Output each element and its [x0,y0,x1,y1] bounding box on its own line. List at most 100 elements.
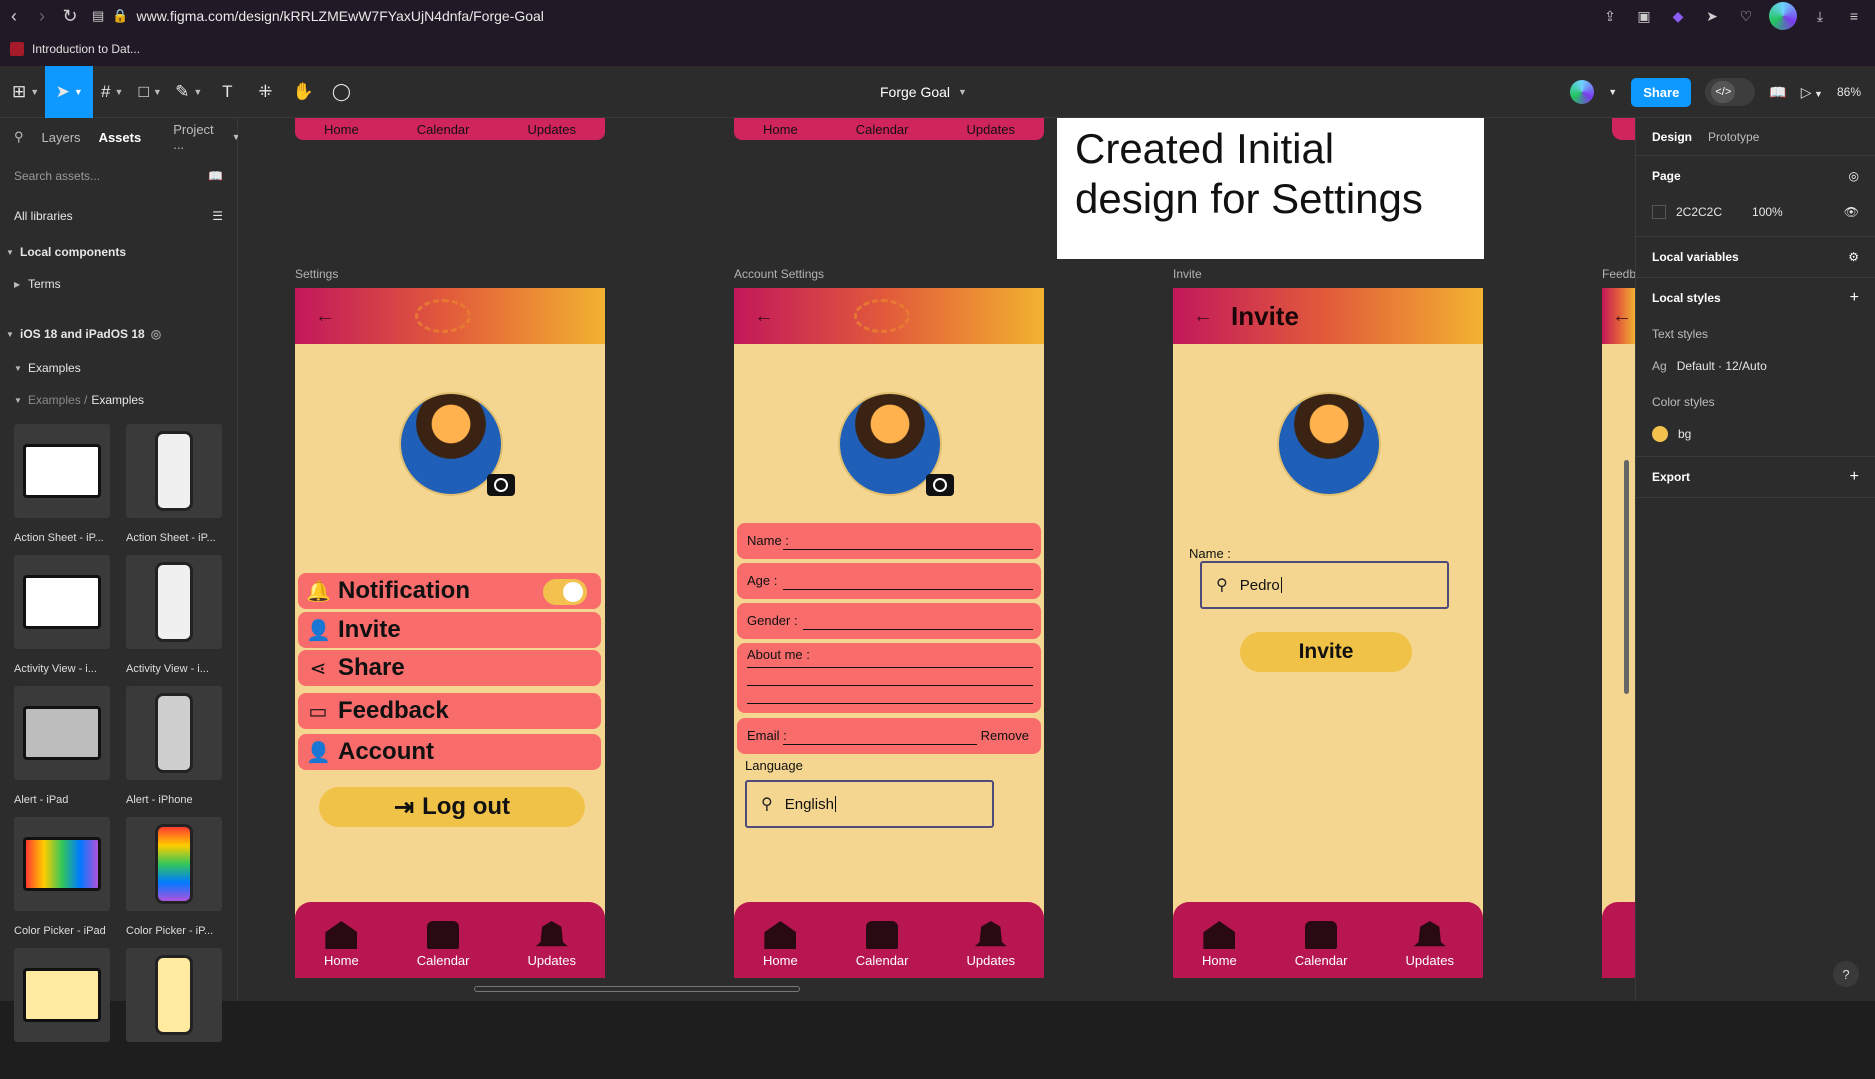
page-color-value[interactable]: 2C2C2C [1676,205,1722,219]
logout-button[interactable]: ⇥ Log out [319,787,585,827]
book-icon[interactable]: 📖 [208,169,223,183]
asset-thumbnail[interactable]: Color Picker - iP... [126,817,222,948]
share-row[interactable]: ⋖ Share [298,650,601,686]
back-icon[interactable]: ‹ [0,2,28,30]
horizontal-scrollbar[interactable] [474,986,800,992]
invite-button[interactable]: Invite [1240,632,1412,672]
browser-profile-avatar[interactable] [1769,2,1797,30]
send-icon[interactable]: ➤ [1701,5,1723,27]
eye-icon[interactable]: 👁 [1844,205,1859,219]
gender-field[interactable]: Gender : [737,603,1041,639]
library-icon[interactable]: 📖 [1769,84,1786,101]
comment-tool-icon[interactable]: ◯ [322,66,360,118]
shield-icon[interactable]: ◆ [1667,5,1689,27]
menu-icon[interactable]: ≡ [1843,5,1865,27]
asset-thumbnail[interactable]: Action Sheet - iP... [126,424,222,555]
vertical-scrollbar[interactable] [1624,460,1629,694]
nav-home[interactable]: Home [763,921,798,968]
page-fill[interactable]: 2C2C2C 100% 👁 [1652,196,1859,228]
nav-calendar[interactable]: Calendar [1295,921,1348,968]
file-title[interactable]: Forge Goal ▼ [880,66,967,118]
frame-tool-icon[interactable]: # ▼ [93,66,131,118]
settings-frame[interactable]: ← 🔔 Notification 👤 Invite ⋖ Share ▭ Feedback… [295,288,605,978]
list-view-icon[interactable]: ☰ [212,209,223,223]
eye-toggle-icon[interactable]: ◎ [1849,169,1859,183]
design-note[interactable]: Created Initial design for Settings [1057,118,1484,259]
url-text[interactable]: www.figma.com/design/kRRLZMEwW7FYaxUjN4d… [136,8,543,24]
examples-item[interactable]: ▼ Examples [0,352,237,384]
profile-avatar[interactable] [399,392,515,496]
download-icon[interactable]: ⤓ [1809,5,1831,27]
examples-subgroup[interactable]: ▼ Examples / Examples [0,384,237,416]
color-style-bg[interactable]: bg [1652,418,1859,450]
email-field[interactable]: Email : Remove [737,718,1041,754]
text-tool-icon[interactable]: T [208,66,246,118]
local-components-header[interactable]: ▼ Local components [0,236,237,268]
bookmark-item[interactable]: Introduction to Dat... [32,42,140,56]
asset-thumbnail[interactable] [14,948,110,1079]
nav-home[interactable]: Home [324,921,359,968]
partial-frame-edge[interactable] [1612,118,1635,140]
search-input[interactable]: Search assets... [14,169,100,183]
add-export-icon[interactable]: + [1850,468,1859,486]
search-icon[interactable]: ⚲ [14,129,24,145]
ios-library-header[interactable]: ▼ iOS 18 and iPadOS 18 ◎ [0,318,237,350]
nav-updates[interactable]: Updates [967,921,1015,968]
notification-toggle[interactable] [543,579,587,605]
about-me-field[interactable]: About me : [737,643,1041,713]
chevron-down-icon[interactable]: ▼ [1608,87,1617,97]
libraries-dropdown[interactable]: All libraries [14,209,73,223]
tab-layers[interactable]: Layers [42,130,81,145]
dev-mode-toggle[interactable]: </> [1705,78,1756,106]
frame-label-account-settings[interactable]: Account Settings [734,267,824,281]
account-settings-frame[interactable]: ← Name : Age : Gender : About me : Email… [734,288,1044,978]
assets-search[interactable]: Search assets... 📖 [0,156,237,196]
camera-icon[interactable] [926,474,954,496]
local-variables[interactable]: Local variables ⚙ [1652,237,1859,277]
arrow-left-icon[interactable]: ← [1612,305,1632,328]
asset-thumbnail[interactable]: Activity View - i... [126,555,222,686]
nav-calendar[interactable]: Calendar [417,921,470,968]
add-style-icon[interactable]: + [1850,289,1859,307]
asset-thumbnail[interactable]: Alert - iPad [14,686,110,817]
terms-item[interactable]: ▶ Terms [0,268,237,300]
tab-assets[interactable]: Assets [99,130,142,145]
nav-calendar[interactable]: Calendar [856,921,909,968]
asset-thumbnail[interactable]: Alert - iPhone [126,686,222,817]
resources-icon[interactable]: ⁜ [246,66,284,118]
camera-icon[interactable] [487,474,515,496]
camera-icon[interactable]: ▣ [1633,5,1655,27]
color-swatch[interactable] [1652,205,1666,219]
reload-icon[interactable]: ↻ [56,2,84,30]
partial-frame-nav[interactable]: Home Calendar Updates [295,118,605,140]
present-icon[interactable]: ▷ ▼ [1801,84,1823,101]
account-row[interactable]: 👤 Account [298,734,601,770]
help-icon[interactable]: ? [1833,961,1859,987]
profile-avatar[interactable] [838,392,954,496]
arrow-left-icon[interactable]: ← [1193,305,1213,328]
main-menu-icon[interactable]: ⊞ ▼ [6,66,45,118]
profile-avatar[interactable] [1277,392,1381,496]
nav-updates[interactable]: Updates [1406,921,1454,968]
shape-tool-icon[interactable]: □ ▼ [131,66,169,118]
nav-home[interactable]: Home [1202,921,1237,968]
tab-prototype[interactable]: Prototype [1708,130,1759,144]
frame-label-feedback[interactable]: Feedb [1602,267,1635,281]
asset-thumbnail[interactable]: Color Picker - iPad [14,817,110,948]
hand-tool-icon[interactable]: ✋ [284,66,322,118]
address-bar[interactable]: ▤ 🔒 www.figma.com/design/kRRLZMEwW7FYaxU… [92,8,544,24]
asset-thumbnail[interactable] [126,948,222,1079]
forward-icon[interactable]: › [28,2,56,30]
arrow-left-icon[interactable]: ← [754,305,774,328]
frame-label-settings[interactable]: Settings [295,267,338,281]
feedback-row[interactable]: ▭ Feedback [298,693,601,729]
asset-thumbnail[interactable]: Action Sheet - iP... [14,424,110,555]
language-input[interactable]: ⚲ English [745,780,994,828]
pen-tool-icon[interactable]: ✎ ▼ [169,66,208,118]
text-style-default[interactable]: Ag Default · 12/Auto [1652,350,1859,382]
invite-name-input[interactable]: ⚲ Pedro [1200,561,1449,609]
settings-icon[interactable]: ⚙ [1848,250,1859,264]
tab-project[interactable]: Project ... [173,122,213,152]
arrow-left-icon[interactable]: ← [315,305,335,328]
user-avatar[interactable] [1570,80,1595,104]
